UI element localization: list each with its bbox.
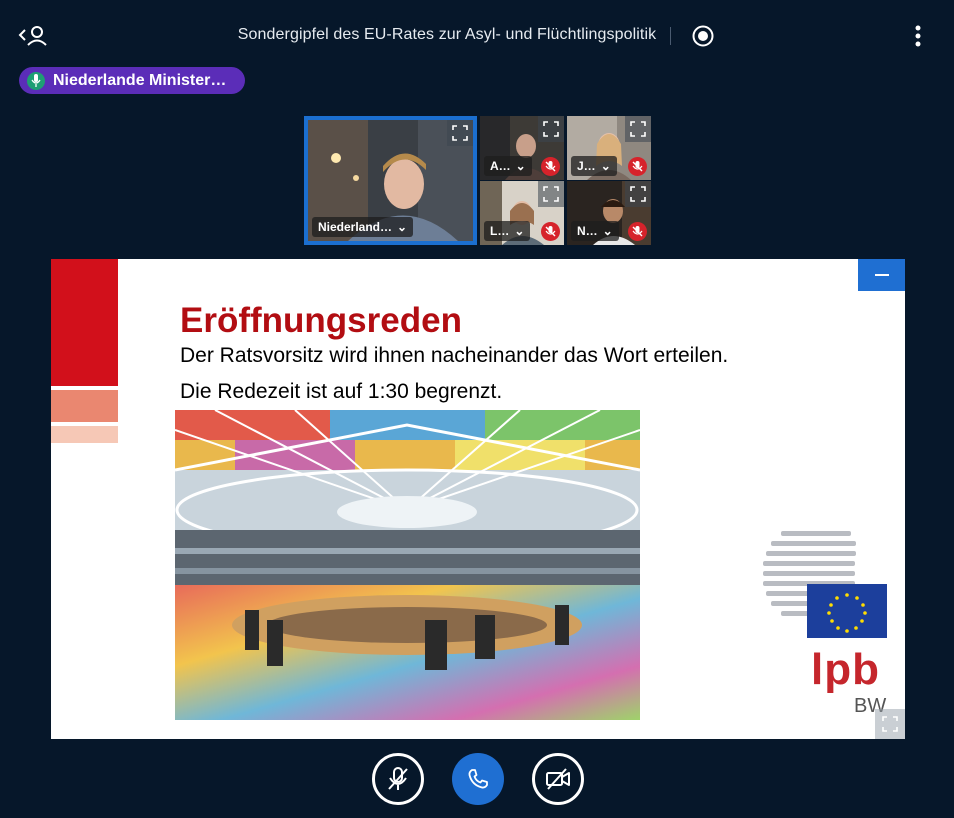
options-menu-button[interactable] xyxy=(908,24,928,50)
participant-name-badge[interactable]: N… ⌄ xyxy=(571,221,619,241)
participant-name-badge[interactable]: J… ⌄ xyxy=(571,156,617,176)
slide-text-line: Die Redezeit ist auf 1:30 begrenzt. xyxy=(180,380,503,403)
chevron-down-icon: ⌄ xyxy=(397,220,408,234)
participant-name-badge[interactable]: A… ⌄ xyxy=(484,156,532,176)
record-icon xyxy=(692,25,714,47)
microphone-muted-icon xyxy=(388,767,408,790)
muted-indicator xyxy=(628,222,647,241)
microphone-muted-icon xyxy=(545,161,556,172)
fullscreen-presentation-button[interactable] xyxy=(875,709,905,739)
phone-icon xyxy=(468,769,488,789)
participant-name-badge[interactable]: L… ⌄ xyxy=(484,221,531,241)
unmute-button[interactable] xyxy=(372,753,424,805)
video-tile[interactable]: A… ⌄ xyxy=(480,116,564,180)
expand-icon xyxy=(630,121,646,137)
muted-indicator xyxy=(541,157,560,176)
eu-council-logo xyxy=(763,531,887,638)
lpb-logo-text: lpb xyxy=(811,645,880,694)
minimize-presentation-button[interactable] xyxy=(858,259,905,291)
fullscreen-button[interactable] xyxy=(447,120,473,146)
expand-icon xyxy=(882,716,898,732)
presentation-slide: Eröffnungsreden Der Ratsvorsitz wird ihn… xyxy=(51,259,905,739)
participant-name-badge[interactable]: Niederland… ⌄ xyxy=(312,217,414,237)
slide-title: Eröffnungsreden xyxy=(180,301,462,340)
video-tile[interactable]: Niederland… ⌄ xyxy=(304,116,477,245)
talking-indicator-label: Niederlande Minister… xyxy=(53,71,227,89)
share-webcam-button[interactable] xyxy=(532,753,584,805)
slide-accent-bar xyxy=(51,426,118,443)
fullscreen-button[interactable] xyxy=(625,181,651,207)
slide-text-line: Der Ratsvorsitz wird ihnen nacheinander … xyxy=(180,344,729,367)
more-vertical-icon xyxy=(915,25,921,47)
muted-indicator xyxy=(541,222,560,241)
microphone-icon xyxy=(27,71,45,90)
recording-button[interactable] xyxy=(692,25,714,47)
council-chamber-photo xyxy=(175,410,640,720)
talking-indicator[interactable]: Niederlande Minister… xyxy=(19,67,245,94)
expand-icon xyxy=(543,186,559,202)
fullscreen-button[interactable] xyxy=(625,116,651,142)
microphone-muted-icon xyxy=(632,226,643,237)
slide-accent-bar xyxy=(51,259,118,386)
minus-icon xyxy=(874,274,889,276)
top-bar: Sondergipfel des EU-Rates zur Asyl- und … xyxy=(0,0,954,72)
slide-accent-bar xyxy=(51,390,118,422)
leave-audio-button[interactable] xyxy=(452,753,504,805)
video-tile[interactable]: J… ⌄ xyxy=(567,116,651,180)
muted-indicator xyxy=(628,157,647,176)
expand-icon xyxy=(543,121,559,137)
fullscreen-button[interactable] xyxy=(538,116,564,142)
chevron-down-icon: ⌄ xyxy=(600,159,611,173)
video-tile[interactable]: L… ⌄ xyxy=(480,181,564,245)
expand-icon xyxy=(630,186,646,202)
chevron-down-icon: ⌄ xyxy=(514,224,525,238)
chevron-down-icon: ⌄ xyxy=(515,159,526,173)
microphone-muted-icon xyxy=(545,226,556,237)
meeting-title: Sondergipfel des EU-Rates zur Asyl- und … xyxy=(237,26,657,43)
expand-icon xyxy=(452,125,468,141)
microphone-muted-icon xyxy=(632,161,643,172)
video-tile[interactable]: N… ⌄ xyxy=(567,181,651,245)
header-divider xyxy=(670,27,671,45)
camera-off-icon xyxy=(546,768,570,790)
fullscreen-button[interactable] xyxy=(538,181,564,207)
chevron-down-icon: ⌄ xyxy=(602,224,613,238)
